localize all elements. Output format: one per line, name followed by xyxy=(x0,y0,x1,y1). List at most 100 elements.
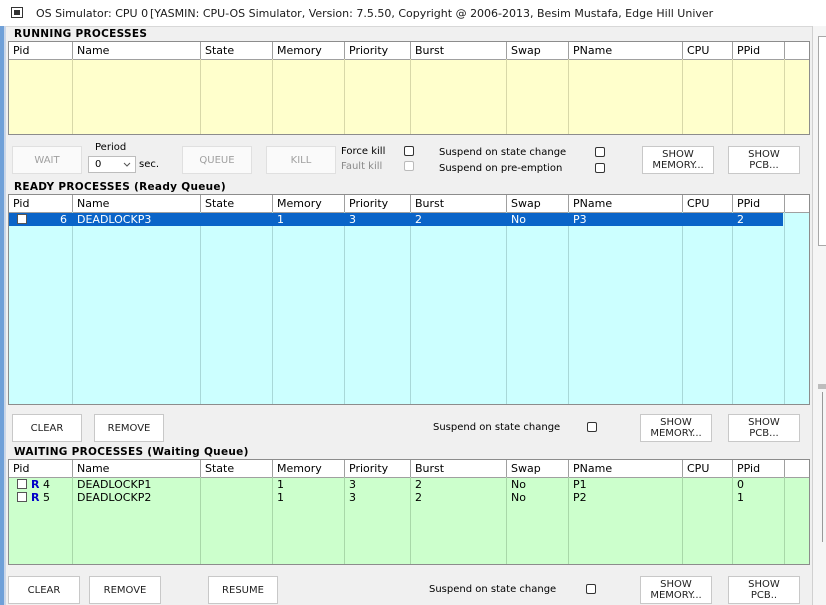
column-header-pid[interactable]: Pid xyxy=(9,42,73,59)
cell-cpu xyxy=(683,213,733,226)
table-row[interactable]: R 5 DEADLOCKP2 1 3 2 No P2 1 xyxy=(9,491,809,504)
cell-priority: 3 xyxy=(349,491,356,504)
waiting-clear-button[interactable]: CLEAR xyxy=(8,576,80,604)
remove-label: REMOVE xyxy=(103,584,147,596)
column-header-cpu[interactable]: CPU xyxy=(683,42,733,59)
cell-pname: P2 xyxy=(573,491,587,504)
column-divider xyxy=(344,212,345,404)
ready-show-pcb-button[interactable]: SHOW PCB... xyxy=(728,414,800,442)
column-divider xyxy=(568,59,569,134)
column-header-state[interactable]: State xyxy=(201,460,273,477)
cell-burst: 2 xyxy=(415,213,422,226)
column-divider xyxy=(272,212,273,404)
queue-label: QUEUE xyxy=(199,154,235,166)
waiting-show-memory-button[interactable]: SHOW MEMORY... xyxy=(640,576,712,604)
ready-show-memory-button[interactable]: SHOW MEMORY... xyxy=(640,414,712,442)
show-pcb-button[interactable]: SHOW PCB... xyxy=(728,146,800,174)
queue-button[interactable]: QUEUE xyxy=(182,146,252,174)
table-row[interactable]: 6 DEADLOCKP3 1 3 2 No P3 2 xyxy=(9,213,783,226)
column-divider xyxy=(506,59,507,134)
show-memory-label-1: SHOW xyxy=(660,579,692,590)
column-header-state[interactable]: State xyxy=(201,42,273,59)
column-header-priority[interactable]: Priority xyxy=(345,195,411,212)
column-header-memory[interactable]: Memory xyxy=(273,460,345,477)
resume-label: RESUME xyxy=(222,584,264,596)
title-bar: OS Simulator: CPU 0 [YASMIN: CPU-OS Simu… xyxy=(0,0,826,27)
row-checkbox[interactable] xyxy=(17,492,27,502)
waiting-remove-button[interactable]: REMOVE xyxy=(89,576,161,604)
show-memory-label-1: SHOW xyxy=(660,417,692,428)
column-header-pname[interactable]: PName xyxy=(569,195,683,212)
fault-kill-checkbox[interactable] xyxy=(404,161,414,171)
running-process-table[interactable]: Pid Name State Memory Priority Burst Swap PName… xyxy=(8,41,810,135)
column-header-ppid[interactable]: PPid xyxy=(733,42,785,59)
cell-ppid: 2 xyxy=(737,213,744,226)
cell-memory: 1 xyxy=(277,213,284,226)
cell-swap: No xyxy=(511,491,526,504)
column-header-cpu[interactable]: CPU xyxy=(683,460,733,477)
column-header-pname[interactable]: PName xyxy=(569,460,683,477)
column-header-priority[interactable]: Priority xyxy=(345,460,411,477)
column-header-memory[interactable]: Memory xyxy=(273,195,345,212)
ready-remove-button[interactable]: REMOVE xyxy=(94,414,164,442)
column-header-ppid[interactable]: PPid xyxy=(733,460,785,477)
column-header-name[interactable]: Name xyxy=(73,195,201,212)
kill-button[interactable]: KILL xyxy=(266,146,336,174)
cell-pname: P1 xyxy=(573,478,587,491)
running-title: RUNNING PROCESSES xyxy=(14,28,148,40)
column-header-swap[interactable]: Swap xyxy=(507,460,569,477)
column-header-burst[interactable]: Burst xyxy=(411,460,507,477)
column-header-name[interactable]: Name xyxy=(73,460,201,477)
column-header-burst[interactable]: Burst xyxy=(411,42,507,59)
show-memory-label-1: SHOW xyxy=(662,149,694,160)
show-pcb-label-1: SHOW xyxy=(748,149,780,160)
cell-priority: 3 xyxy=(349,478,356,491)
column-header-cpu[interactable]: CPU xyxy=(683,195,733,212)
column-header-state[interactable]: State xyxy=(201,195,273,212)
column-divider xyxy=(682,212,683,404)
waiting-title: WAITING PROCESSES (Waiting Queue) xyxy=(14,446,249,458)
period-select[interactable]: 0 xyxy=(88,156,136,173)
waiting-suspend-change-checkbox[interactable] xyxy=(586,584,596,594)
cell-memory: 1 xyxy=(277,478,284,491)
suspend-change-checkbox[interactable] xyxy=(595,147,605,157)
period-value: 0 xyxy=(95,159,102,170)
waiting-show-pcb-button[interactable]: SHOW PCB.. xyxy=(728,576,800,604)
wait-button[interactable]: WAIT xyxy=(12,146,82,174)
column-header-memory[interactable]: Memory xyxy=(273,42,345,59)
row-checkbox[interactable] xyxy=(17,214,27,224)
cell-pname: P3 xyxy=(573,213,587,226)
ready-process-table[interactable]: Pid Name State Memory Priority Burst Swap PName… xyxy=(8,194,810,405)
column-header-pid[interactable]: Pid xyxy=(9,195,73,212)
column-header-pname[interactable]: PName xyxy=(569,42,683,59)
resume-button[interactable]: RESUME xyxy=(208,576,278,604)
column-header-pid[interactable]: Pid xyxy=(9,460,73,477)
row-checkbox[interactable] xyxy=(17,479,27,489)
force-kill-checkbox[interactable] xyxy=(404,146,414,156)
column-header-burst[interactable]: Burst xyxy=(411,195,507,212)
right-panel-line xyxy=(822,392,826,542)
show-memory-label-2: MEMORY... xyxy=(650,590,702,601)
sec-label: sec. xyxy=(139,159,160,170)
column-header-swap[interactable]: Swap xyxy=(507,195,569,212)
waiting-suspend-change-label: Suspend on state change xyxy=(429,584,557,595)
ready-clear-button[interactable]: CLEAR xyxy=(12,414,82,442)
column-header-ppid[interactable]: PPid xyxy=(733,195,785,212)
suspend-preempt-label: Suspend on pre-emption xyxy=(439,163,563,174)
window-title: [YASMIN: CPU-OS Simulator, Version: 7.5.… xyxy=(150,7,714,20)
suspend-preempt-checkbox[interactable] xyxy=(595,163,605,173)
column-divider xyxy=(682,59,683,134)
show-pcb-label-2: PCB... xyxy=(749,160,779,171)
column-header-swap[interactable]: Swap xyxy=(507,42,569,59)
column-divider xyxy=(272,59,273,134)
column-divider xyxy=(568,212,569,404)
ready-suspend-change-checkbox[interactable] xyxy=(587,422,597,432)
column-header-priority[interactable]: Priority xyxy=(345,42,411,59)
waiting-process-table[interactable]: Pid Name State Memory Priority Burst Swap PName… xyxy=(8,459,810,565)
show-memory-button[interactable]: SHOW MEMORY... xyxy=(642,146,714,174)
show-memory-label-2: MEMORY... xyxy=(652,160,704,171)
table-row[interactable]: R 4 DEADLOCKP1 1 3 2 No P1 0 xyxy=(9,478,809,491)
right-panel-divider xyxy=(818,384,826,389)
table-header: Pid Name State Memory Priority Burst Swap PName… xyxy=(9,195,809,213)
column-header-name[interactable]: Name xyxy=(73,42,201,59)
